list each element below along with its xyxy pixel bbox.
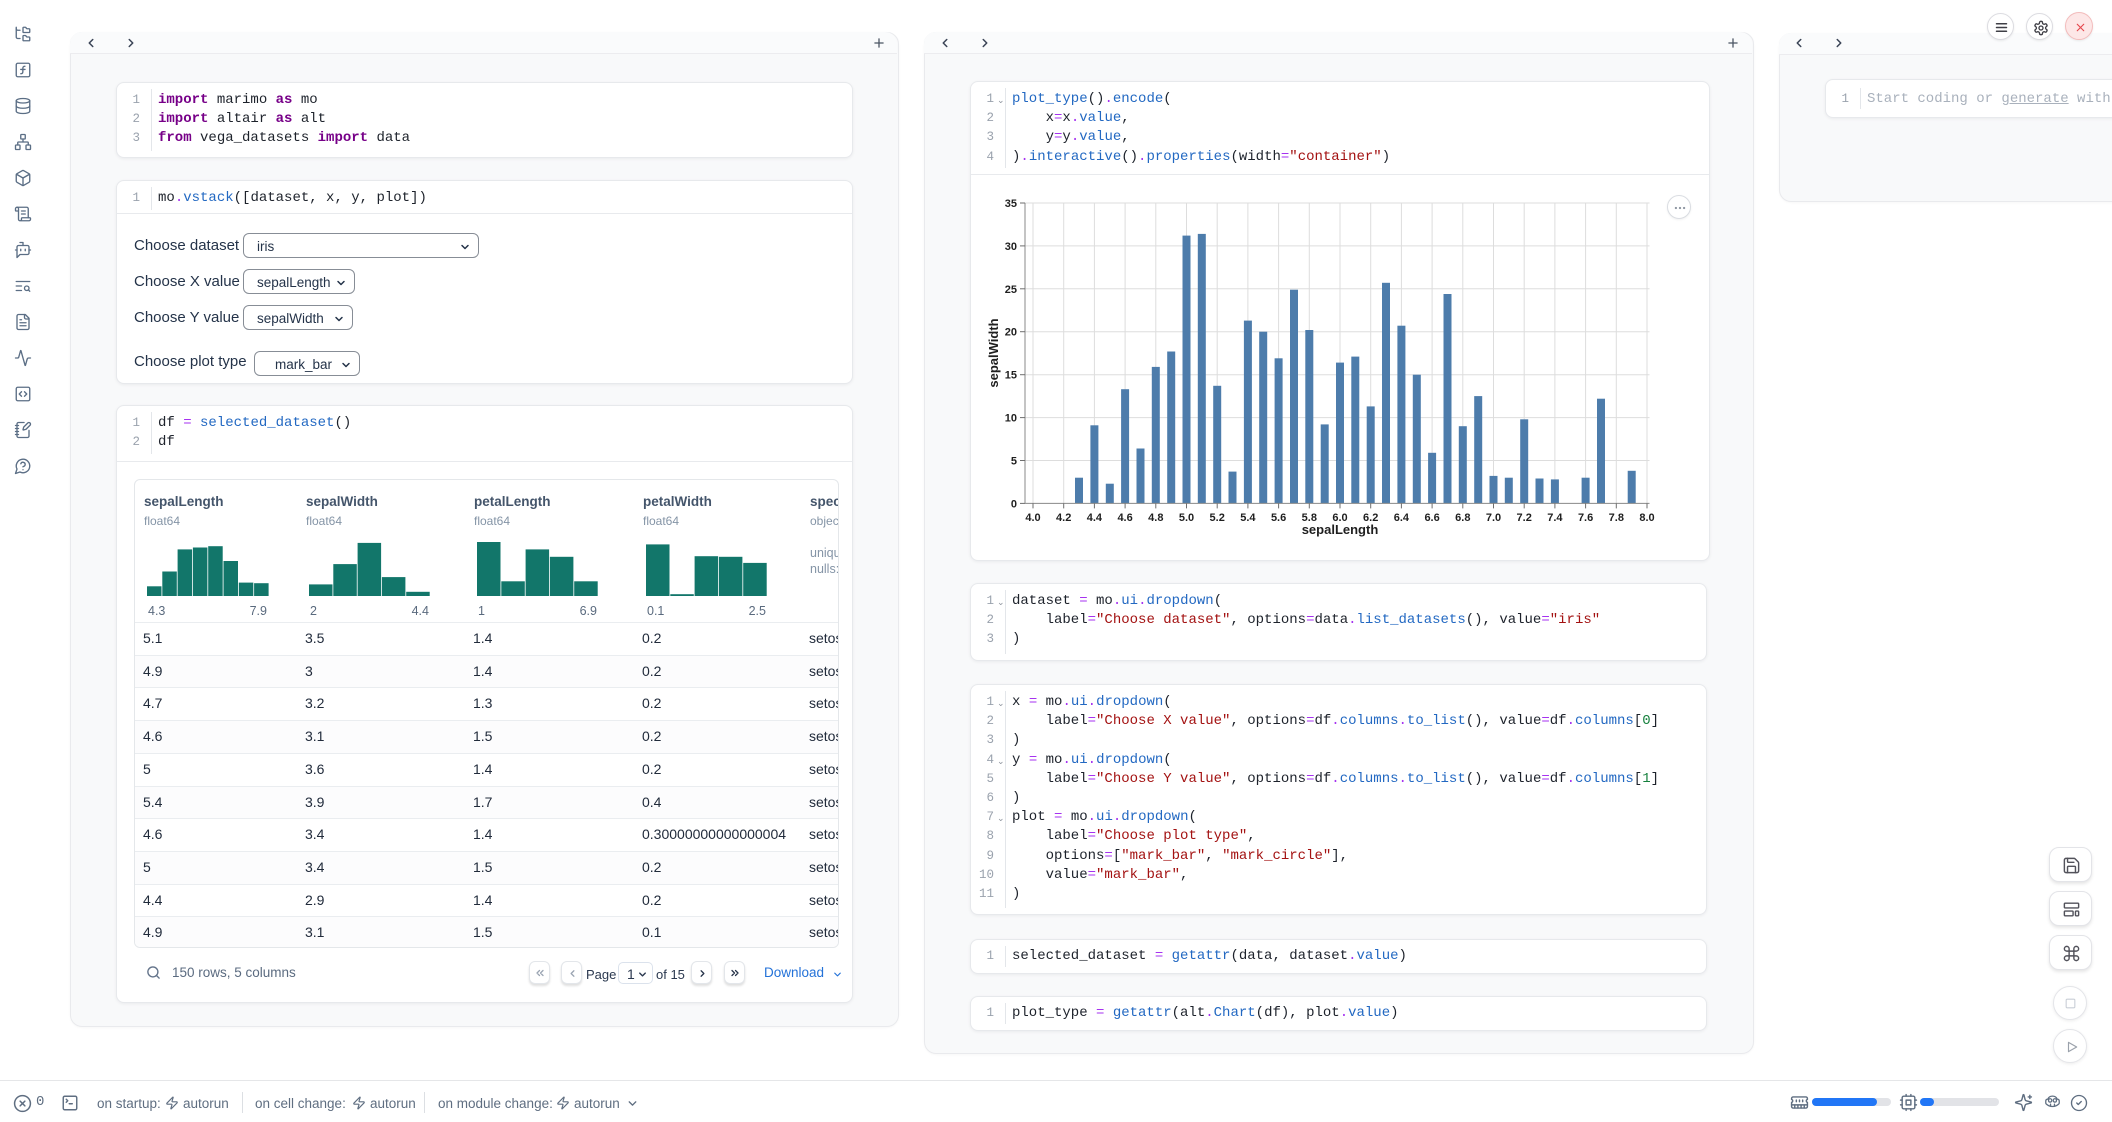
svg-text:sepalWidth: sepalWidth [986, 318, 1001, 387]
svg-text:4.8: 4.8 [1148, 512, 1163, 524]
svg-text:7.8: 7.8 [1609, 512, 1624, 524]
svg-text:8.0: 8.0 [1639, 512, 1654, 524]
svg-text:4.6: 4.6 [1117, 512, 1132, 524]
svg-text:5.6: 5.6 [1271, 512, 1286, 524]
svg-text:20: 20 [1005, 327, 1017, 339]
svg-text:6.4: 6.4 [1394, 512, 1410, 524]
svg-text:6.6: 6.6 [1424, 512, 1439, 524]
svg-text:5.4: 5.4 [1240, 512, 1256, 524]
svg-text:7.6: 7.6 [1578, 512, 1593, 524]
svg-text:7.0: 7.0 [1486, 512, 1501, 524]
svg-text:4.0: 4.0 [1025, 512, 1040, 524]
svg-text:sepalLength: sepalLength [1302, 522, 1379, 537]
svg-text:30: 30 [1005, 241, 1017, 253]
svg-text:4.2: 4.2 [1056, 512, 1071, 524]
svg-text:0: 0 [1011, 498, 1017, 510]
svg-text:15: 15 [1005, 370, 1017, 382]
svg-text:35: 35 [1005, 198, 1017, 210]
svg-text:7.4: 7.4 [1547, 512, 1563, 524]
svg-text:25: 25 [1005, 284, 1017, 296]
svg-text:5: 5 [1011, 456, 1017, 468]
svg-text:4.4: 4.4 [1087, 512, 1103, 524]
svg-text:10: 10 [1005, 413, 1017, 425]
svg-text:7.2: 7.2 [1517, 512, 1532, 524]
svg-text:5.2: 5.2 [1210, 512, 1225, 524]
svg-text:5.0: 5.0 [1179, 512, 1194, 524]
svg-text:6.8: 6.8 [1455, 512, 1470, 524]
